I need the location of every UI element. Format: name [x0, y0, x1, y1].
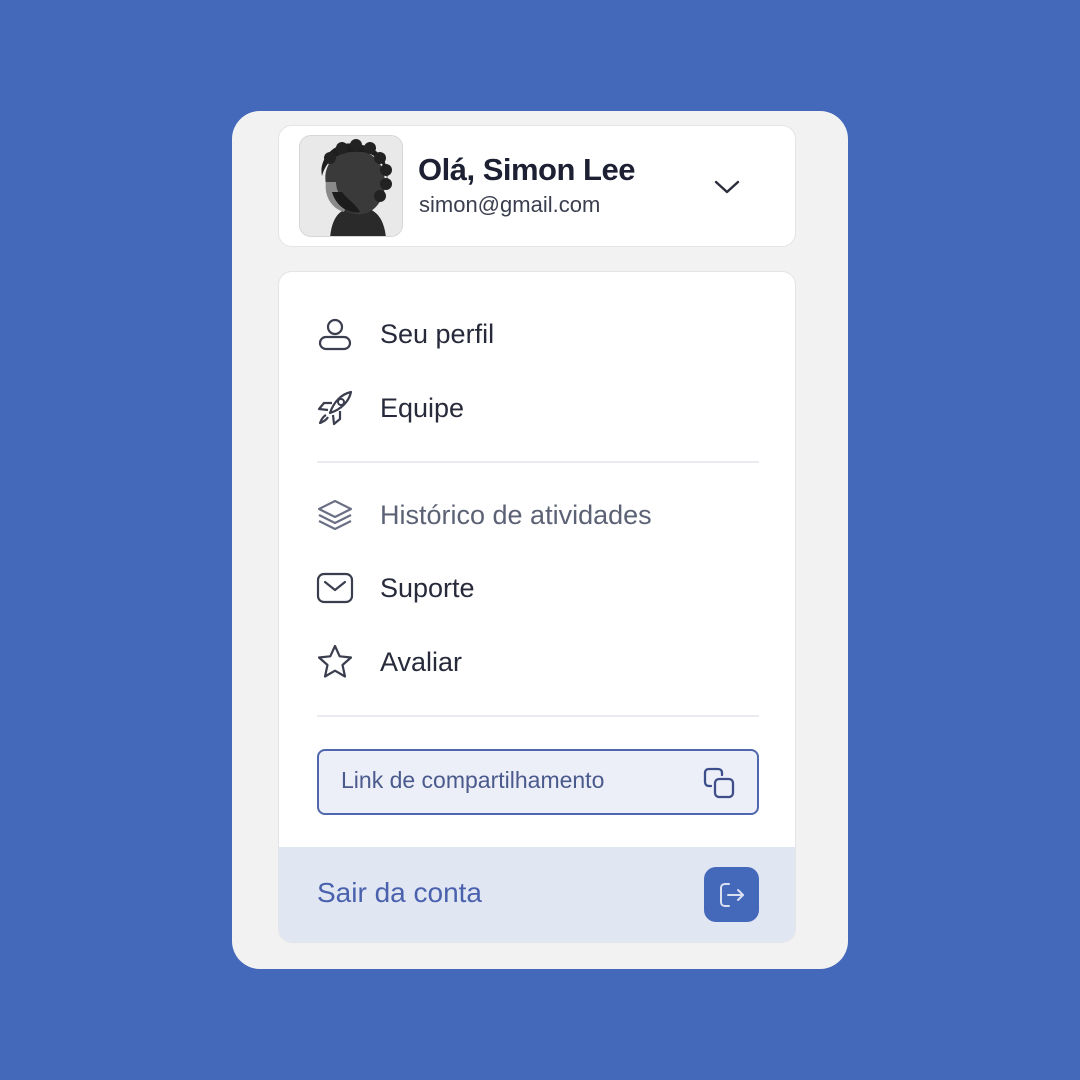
menu-item-label: Equipe — [380, 392, 465, 423]
menu-item-label: Suporte — [380, 572, 475, 603]
user-email: simon@gmail.com — [419, 192, 601, 217]
menu-item-historico[interactable]: Histórico de atividades — [315, 491, 652, 539]
copy-icon[interactable] — [701, 765, 737, 801]
user-greeting: Olá, Simon Lee — [418, 152, 635, 187]
menu-item-seu-perfil[interactable]: Seu perfil — [315, 310, 494, 358]
share-link-label: Link de compartilhamento — [341, 767, 605, 793]
rocket-icon — [315, 388, 355, 428]
logout-label: Sair da conta — [317, 877, 482, 908]
chevron-down-icon[interactable] — [707, 172, 747, 202]
layers-icon — [315, 495, 355, 535]
mail-icon — [315, 568, 355, 608]
divider — [317, 461, 759, 463]
menu-item-suporte[interactable]: Suporte — [315, 564, 475, 612]
user-card[interactable]: Olá, Simon Lee simon@gmail.com — [278, 125, 796, 247]
menu-item-avaliar[interactable]: Avaliar — [315, 638, 462, 686]
logout-button[interactable] — [704, 867, 759, 922]
avatar — [299, 135, 403, 237]
divider — [317, 715, 759, 717]
menu-item-label: Seu perfil — [380, 318, 495, 349]
logout-row[interactable]: Sair da conta — [279, 847, 795, 942]
menu-card: Seu perfil Equipe Histórico de atividade… — [278, 271, 796, 943]
star-icon — [315, 642, 355, 682]
logout-icon — [719, 882, 744, 907]
share-link-field[interactable]: Link de compartilhamento — [317, 749, 759, 815]
menu-item-label: Avaliar — [380, 646, 463, 677]
user-icon — [315, 314, 355, 354]
menu-item-equipe[interactable]: Equipe — [315, 384, 464, 432]
menu-item-label: Histórico de atividades — [380, 499, 652, 530]
